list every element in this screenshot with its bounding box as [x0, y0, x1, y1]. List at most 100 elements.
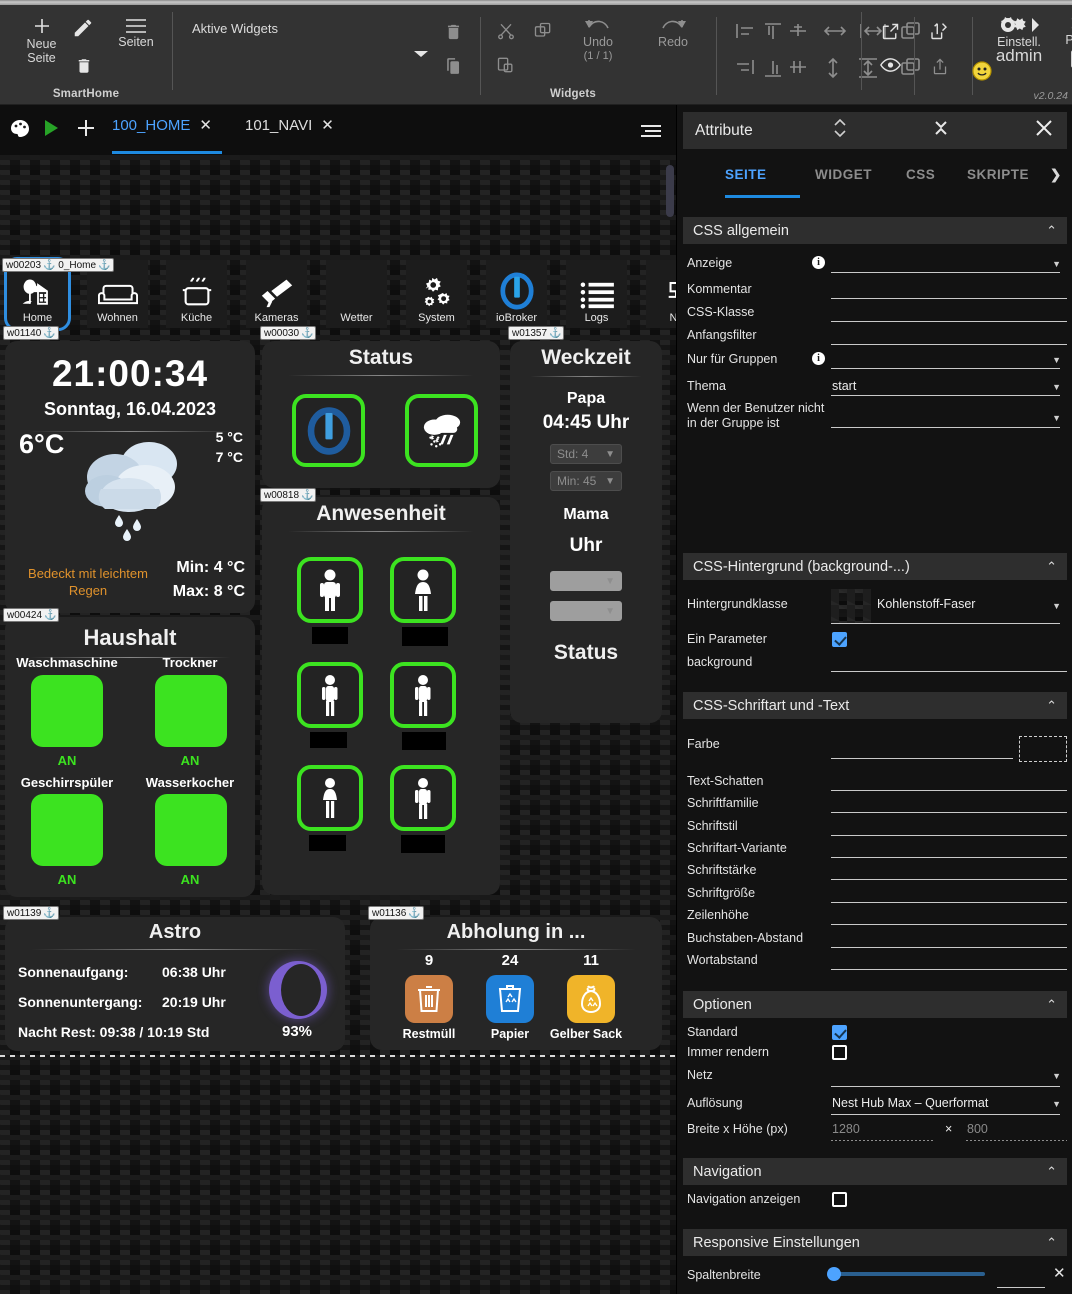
- field-farbe[interactable]: Farbe: [677, 731, 1072, 762]
- show-navigation-checkbox[interactable]: [832, 1192, 847, 1207]
- delete-page-button[interactable]: [75, 57, 93, 75]
- widget-duplicate-button[interactable]: [444, 55, 463, 77]
- collapse-icon[interactable]: [927, 117, 955, 144]
- edit-page-button[interactable]: [72, 17, 94, 39]
- field-schriftstil[interactable]: Schriftstil: [677, 817, 1072, 839]
- widget-delete-button[interactable]: [444, 21, 463, 43]
- close-icon[interactable]: ✕: [199, 115, 212, 137]
- field-netz[interactable]: Netz ▼: [677, 1065, 1072, 1087]
- status-button-iobroker[interactable]: [292, 394, 365, 467]
- color-swatch[interactable]: [1019, 736, 1067, 762]
- field-wenn-benutzer-nicht-in-gruppe[interactable]: Wenn der Benutzer nicht in der Gruppe is…: [677, 401, 1072, 437]
- widget-tag[interactable]: w01357 ⚓: [508, 326, 565, 340]
- standard-checkbox[interactable]: [832, 1025, 847, 1040]
- export-button[interactable]: [930, 57, 950, 76]
- undo-button[interactable]: Undo (1 / 1): [563, 17, 633, 63]
- field-aufloesung[interactable]: Auflösung Nest Hub Max – Querformat ▼: [677, 1093, 1072, 1115]
- widget-tag[interactable]: w00203 ⚓ 0_Home ⚓: [2, 258, 114, 272]
- widget-tag[interactable]: w01139 ⚓: [3, 906, 59, 920]
- widget-tag[interactable]: w00818 ⚓: [260, 488, 317, 502]
- presence-button-person-4[interactable]: [390, 662, 456, 728]
- chevron-down-icon[interactable]: ▼: [1052, 259, 1061, 269]
- sidebar-item-kameras[interactable]: Kameras: [246, 260, 307, 328]
- tab-css[interactable]: CSS: [906, 167, 935, 182]
- field-css-klasse[interactable]: CSS-Klasse: [677, 302, 1072, 324]
- field-nur-fuer-gruppen[interactable]: Nur für Gruppen i ▼: [677, 349, 1072, 371]
- project-button[interactable]: Proje: [1052, 15, 1072, 69]
- field-standard[interactable]: Standard: [677, 1023, 1072, 1045]
- field-wortabstand[interactable]: Wortabstand: [677, 951, 1072, 973]
- cut-button[interactable]: [496, 21, 516, 41]
- tabs-overflow-chevron-icon[interactable]: ❯: [1050, 167, 1062, 183]
- always-render-checkbox[interactable]: [832, 1045, 847, 1060]
- widget-tag[interactable]: w00030 ⚓: [260, 326, 317, 340]
- add-tab-icon[interactable]: [76, 118, 96, 143]
- clock-weather-widget[interactable]: 21:00:34 Sonntag, 16.04.2023 6°C 5 °C 7 …: [5, 341, 255, 613]
- field-spaltenbreite[interactable]: Spaltenbreite ✕: [677, 1263, 1072, 1293]
- alarm-minute-select-mama[interactable]: ▼: [550, 601, 622, 621]
- field-background[interactable]: background: [677, 652, 1072, 674]
- chevron-down-icon[interactable]: ▼: [1052, 413, 1061, 423]
- resize-icon[interactable]: [827, 117, 853, 144]
- field-schriftfamilie[interactable]: Schriftfamilie: [677, 794, 1072, 816]
- widget-tag[interactable]: w01136 ⚓: [368, 906, 424, 920]
- yellow-bag-icon[interactable]: [567, 975, 615, 1023]
- haushalt-widget[interactable]: Haushalt Waschmaschine AN Trockner AN Ge…: [5, 617, 255, 897]
- field-ein-parameter[interactable]: Ein Parameter: [677, 629, 1072, 651]
- pages-button[interactable]: Seiten: [108, 17, 164, 49]
- import-button[interactable]: [928, 21, 950, 42]
- settings-button[interactable]: Einstell. admin: [990, 15, 1048, 64]
- chevron-down-icon[interactable]: ▼: [1052, 601, 1061, 611]
- section-header-css-font[interactable]: CSS-Schriftart und -Text ⌃: [683, 692, 1067, 719]
- sidebar-item-logs[interactable]: Logs: [566, 260, 627, 328]
- tab-100-home[interactable]: 100_HOME ✕: [112, 115, 212, 155]
- appliance-state-box[interactable]: [155, 675, 227, 747]
- field-zeilenhoehe[interactable]: Zeilenhöhe: [677, 906, 1072, 928]
- width-input[interactable]: 1280: [832, 1122, 860, 1136]
- clear-column-width-icon[interactable]: ✕: [1053, 1264, 1066, 1282]
- scrollbar-thumb[interactable]: [666, 165, 674, 217]
- presence-button-person-5[interactable]: [297, 765, 363, 831]
- section-header-navigation[interactable]: Navigation ⌃: [683, 1158, 1067, 1185]
- presence-button-man[interactable]: [297, 557, 363, 623]
- section-header-css-general[interactable]: CSS allgemein ⌃: [683, 217, 1067, 244]
- run-icon[interactable]: [42, 119, 60, 142]
- sidebar-item-kueche[interactable]: Küche: [166, 260, 227, 328]
- info-icon[interactable]: i: [812, 256, 825, 269]
- weckzeit-widget[interactable]: Weckzeit Papa 04:45 Uhr Std: 4 ▼ Min: 45 ▼…: [510, 341, 662, 723]
- presence-button-person-6[interactable]: [390, 765, 456, 831]
- field-anzeige[interactable]: Anzeige i ▼: [677, 253, 1072, 275]
- info-icon[interactable]: i: [812, 352, 825, 365]
- section-header-optionen[interactable]: Optionen ⌃: [683, 991, 1067, 1018]
- height-input[interactable]: 800: [967, 1122, 988, 1136]
- presence-button-person-3[interactable]: [297, 662, 363, 728]
- tab-seite[interactable]: SEITE: [725, 167, 767, 182]
- chevron-down-icon[interactable]: ▼: [1052, 355, 1061, 365]
- appliance-state-box[interactable]: [31, 675, 103, 747]
- field-thema[interactable]: Thema start ▼: [677, 376, 1072, 398]
- sidebar-item-system[interactable]: System: [406, 260, 467, 328]
- field-schriftgroesse[interactable]: Schriftgröße: [677, 884, 1072, 906]
- palette-icon[interactable]: [8, 117, 32, 146]
- one-parameter-checkbox[interactable]: [832, 632, 847, 647]
- status-button-weather[interactable]: [405, 394, 478, 467]
- field-immer-rendern[interactable]: Immer rendern: [677, 1043, 1072, 1065]
- abholung-widget[interactable]: Abholung in ... 9 Restmüll 24 Papier 11 …: [370, 917, 662, 1050]
- column-width-slider-knob[interactable]: [827, 1267, 841, 1281]
- new-page-button[interactable]: Neue Seite: [14, 15, 69, 65]
- tab-skripte[interactable]: SKRIPTE: [967, 167, 1029, 182]
- alarm-hour-select-papa[interactable]: Std: 4 ▼: [550, 444, 622, 464]
- preview-button[interactable]: [880, 57, 901, 73]
- chevron-down-icon[interactable]: ▼: [1052, 382, 1061, 392]
- chevron-down-icon[interactable]: ▼: [1052, 1099, 1061, 1109]
- alarm-minute-select-papa[interactable]: Min: 45 ▼: [550, 471, 622, 491]
- field-schriftstaerke[interactable]: Schriftstärke: [677, 861, 1072, 883]
- field-hintergrundklasse[interactable]: Hintergrundklasse Kohlenstoff-Faser ▼: [677, 589, 1072, 624]
- field-buchstaben-abstand[interactable]: Buchstaben-Abstand: [677, 929, 1072, 951]
- trash-bin-icon[interactable]: [405, 975, 453, 1023]
- field-breite-x-hoehe[interactable]: Breite x Höhe (px) 1280 × 800: [677, 1119, 1072, 1141]
- tab-menu-icon[interactable]: [640, 123, 662, 144]
- field-kommentar[interactable]: Kommentar: [677, 279, 1072, 301]
- widget-tag[interactable]: w00424 ⚓: [3, 608, 60, 622]
- paper-recycle-icon[interactable]: [486, 975, 534, 1023]
